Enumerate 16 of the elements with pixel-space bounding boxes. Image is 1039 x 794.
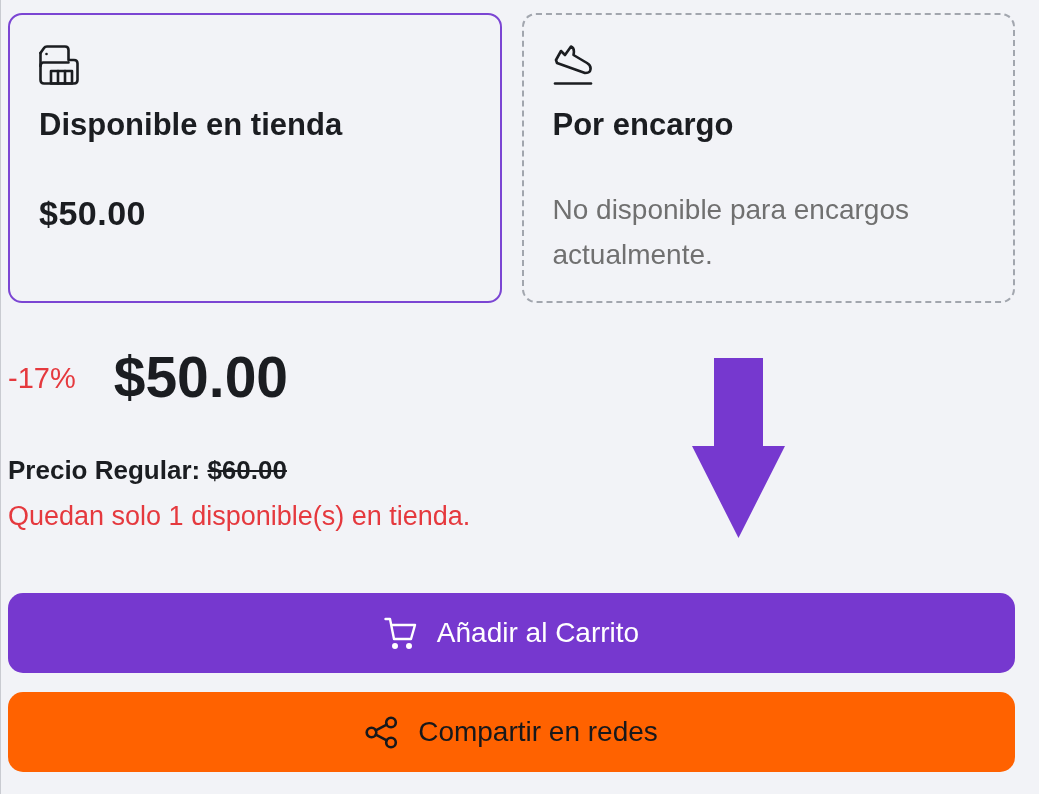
stock-note: Quedan solo 1 disponible(s) en tienda. (8, 500, 471, 533)
share-icon (365, 715, 399, 749)
discount-label: -17% (8, 361, 76, 396)
share-button[interactable]: Compartir en redes (8, 692, 1015, 772)
option-note: No disponible para encargos actualmente. (552, 193, 910, 272)
shoe-icon (552, 45, 593, 85)
fulfillment-option[interactable]: Por encargo No disponible para encargos actualmente. (521, 13, 1015, 303)
add-to-cart-button[interactable]: Añadir al Carrito (8, 593, 1015, 673)
cart-icon (383, 616, 417, 650)
option-price: $50.00 (39, 193, 146, 234)
fulfillment-option[interactable]: Disponible en tienda $50.00 (8, 13, 502, 303)
sale-price: $50.00 (113, 345, 289, 409)
option-title: Disponible en tienda (39, 106, 343, 144)
option-title: Por encargo (552, 106, 734, 144)
store-tag-icon (39, 45, 79, 85)
regular-price-text: Precio Regular: $60.00 (8, 454, 287, 487)
